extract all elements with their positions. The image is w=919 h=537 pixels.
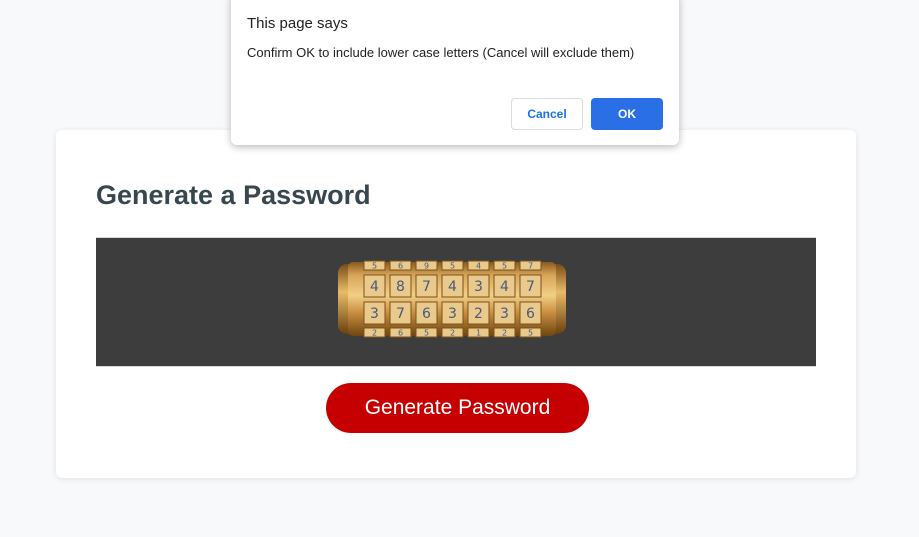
- dialog-title: This page says: [247, 15, 348, 32]
- cryptex-digit: 6: [422, 306, 431, 322]
- cryptex-digit: 6: [526, 306, 535, 322]
- cryptex-digit: 7: [422, 279, 431, 295]
- cryptex-digit: 1: [476, 328, 481, 337]
- cancel-button[interactable]: Cancel: [511, 98, 583, 130]
- generate-password-button[interactable]: Generate Password: [326, 383, 589, 433]
- cryptex-digit: 7: [526, 279, 535, 295]
- cryptex-digit: 3: [500, 306, 509, 322]
- cryptex-digit: 2: [474, 306, 483, 322]
- cryptex-digit: 3: [448, 306, 457, 322]
- cryptex-digit: 5: [528, 328, 533, 337]
- page: Generate a Password 5 6 9 5 4 5 7 4 8 7 …: [0, 0, 919, 537]
- cryptex-digit: 7: [396, 306, 405, 322]
- cryptex-digit: 2: [372, 328, 377, 337]
- cryptex-digit: 6: [398, 261, 403, 270]
- cryptex-digit: 8: [396, 279, 405, 295]
- ok-button[interactable]: OK: [591, 98, 663, 130]
- cryptex-digit: 9: [424, 261, 429, 270]
- cryptex-digit: 5: [372, 261, 377, 270]
- cryptex-digit: 7: [528, 261, 533, 270]
- cryptex-digit: 6: [398, 328, 403, 337]
- dialog-message: Confirm OK to include lower case letters…: [247, 45, 635, 60]
- cryptex-digit: 2: [502, 328, 507, 337]
- password-card: Generate a Password 5 6 9 5 4 5 7 4 8 7 …: [56, 130, 856, 478]
- cryptex-digit: 4: [500, 279, 509, 295]
- cryptex-digit: 3: [474, 279, 483, 295]
- cryptex-digit: 4: [476, 261, 481, 270]
- cryptex-digit: 4: [370, 279, 379, 295]
- cryptex-digit: 3: [370, 306, 379, 322]
- cryptex-digit: 5: [424, 328, 429, 337]
- cryptex-digit: 4: [448, 279, 457, 295]
- cryptex-digit: 5: [450, 261, 455, 270]
- cryptex-body: [348, 262, 556, 336]
- cryptex-digit: 5: [502, 261, 507, 270]
- cryptex-lock-illustration: 5 6 9 5 4 5 7 4 8 7 4 3 4 7 3 7 6 3 2 3 6 2 6 5 2 1 2 5: [338, 260, 566, 338]
- confirm-dialog: This page says Confirm OK to include low…: [231, 0, 679, 145]
- card-title: Generate a Password: [96, 180, 371, 210]
- cryptex-image: 5 6 9 5 4 5 7 4 8 7 4 3 4 7 3 7 6 3 2 3 6 2 6 5 2 1 2 5: [96, 237, 816, 367]
- cryptex-digit: 2: [450, 328, 455, 337]
